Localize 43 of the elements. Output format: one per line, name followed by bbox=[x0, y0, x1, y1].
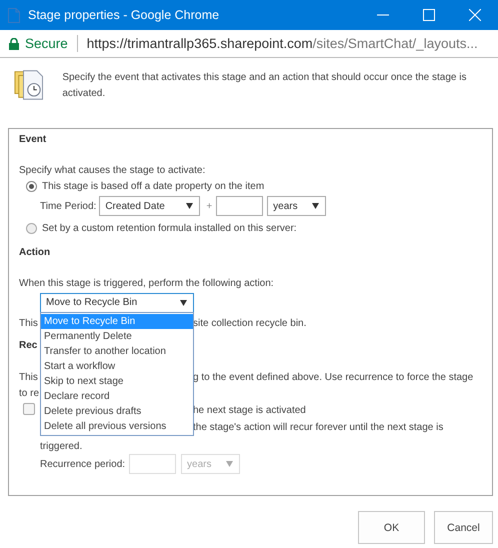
dropdown-option[interactable]: Permanently Delete bbox=[41, 328, 193, 344]
dropdown-option[interactable]: Transfer to another location bbox=[41, 344, 193, 358]
caret-icon bbox=[186, 203, 194, 209]
dropdown-option[interactable]: Delete previous drafts bbox=[41, 404, 193, 418]
radio-label: This stage is based off a date property on the item bbox=[42, 180, 264, 192]
close-icon bbox=[469, 9, 481, 21]
dropdown-option[interactable]: Start a workflow bbox=[41, 358, 193, 374]
description-text: site collection recycle bin. bbox=[193, 318, 306, 328]
page-icon bbox=[8, 8, 20, 22]
plus-sign: + bbox=[206, 200, 212, 212]
field-label: Time Period: bbox=[40, 200, 96, 212]
unit-dropdown[interactable]: years bbox=[267, 196, 326, 216]
maximize-icon bbox=[423, 9, 435, 21]
description-text: to re bbox=[19, 388, 40, 398]
dropdown-option[interactable]: Declare record bbox=[41, 388, 193, 404]
section-heading: Event bbox=[19, 133, 46, 147]
caret-icon bbox=[312, 203, 320, 209]
note-text: triggered. bbox=[40, 440, 82, 452]
window-title: Stage properties - Google Chrome bbox=[28, 8, 220, 22]
dropdown-option[interactable]: Skip to next stage bbox=[41, 374, 193, 388]
lock-icon bbox=[9, 38, 19, 50]
ok-button[interactable]: OK bbox=[358, 511, 425, 544]
prompt-text: When this stage is triggered, perform the following action: bbox=[19, 278, 274, 288]
dropdown-option[interactable]: Delete all previous versions bbox=[41, 418, 193, 434]
date-field-dropdown[interactable]: Created Date bbox=[99, 196, 200, 216]
caret-icon bbox=[226, 461, 234, 467]
field-label: Recurrence period: bbox=[40, 458, 126, 470]
description-text: This bbox=[19, 318, 38, 328]
note-text: the stage's action will recur forever until the next stage is bbox=[193, 422, 444, 432]
section-heading: Rec bbox=[19, 339, 38, 353]
security-label: Secure bbox=[25, 36, 68, 51]
description-text: This bbox=[19, 372, 38, 382]
radio-button[interactable] bbox=[26, 222, 37, 234]
caret-icon bbox=[180, 300, 187, 306]
amount-field[interactable] bbox=[216, 196, 264, 216]
radio-label: Set by a custom retention formula installed on this server: bbox=[42, 222, 297, 234]
action-dropdown[interactable]: Move to Recycle Bin bbox=[40, 292, 194, 312]
cancel-button[interactable]: Cancel bbox=[434, 511, 493, 544]
description-text: Specify the event that activates this stage and an action that should occur once the stage is activated. bbox=[62, 71, 468, 101]
radio-button[interactable] bbox=[26, 180, 37, 192]
prompt-text: Specify what causes the stage to activate: bbox=[19, 164, 206, 176]
url-text[interactable]: https://trimantrallp365.sharepoint.com/sites/SmartChat/_layouts... bbox=[86, 36, 478, 51]
section-heading: Action bbox=[19, 246, 50, 260]
